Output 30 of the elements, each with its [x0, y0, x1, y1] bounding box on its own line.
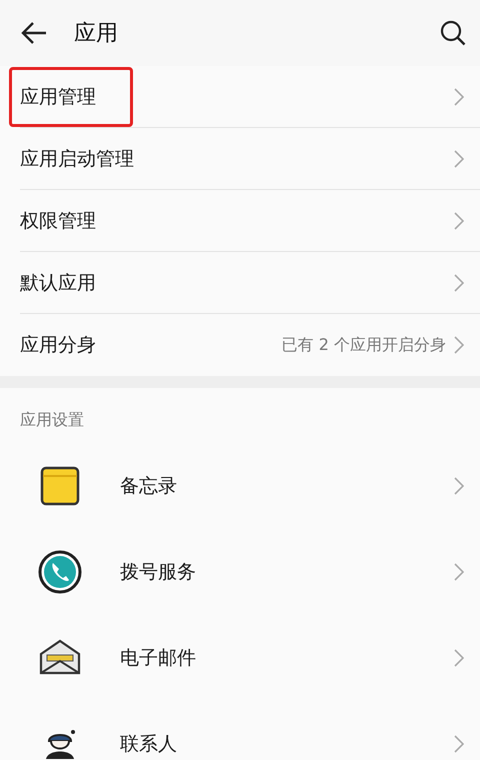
- app-row[interactable]: 备忘录: [0, 443, 480, 529]
- chevron-icon: [454, 88, 464, 106]
- chevron-icon: [454, 274, 464, 292]
- settings-row[interactable]: 应用分身 已有 2 个应用开启分身: [0, 314, 480, 376]
- row-value: 已有 2 个应用开启分身: [282, 334, 446, 356]
- row-label: 备忘录: [120, 474, 178, 499]
- phone-icon: [38, 550, 82, 594]
- search-button[interactable]: [440, 20, 466, 46]
- row-label: 权限管理: [20, 209, 97, 234]
- app-row[interactable]: 联系人: [0, 701, 480, 760]
- chevron-icon: [454, 735, 464, 753]
- app-row[interactable]: 电子邮件: [0, 615, 480, 701]
- chevron-icon: [454, 212, 464, 230]
- row-label: 电子邮件: [120, 646, 197, 671]
- chevron-icon: [454, 649, 464, 667]
- row-label: 应用分身: [20, 333, 97, 358]
- row-label: 默认应用: [20, 271, 97, 296]
- row-label: 联系人: [120, 732, 178, 757]
- section-title: 应用设置: [19, 409, 85, 431]
- highlighted-label: 应用管理: [9, 67, 133, 127]
- chevron-icon: [454, 563, 464, 581]
- page-title: 应用: [74, 20, 119, 48]
- back-button[interactable]: [20, 21, 48, 45]
- chevron-icon: [454, 477, 464, 495]
- note-pad-icon: [40, 466, 80, 506]
- app-row[interactable]: 拨号服务: [0, 529, 480, 615]
- chevron-icon: [454, 150, 464, 168]
- row-label: 拨号服务: [120, 560, 197, 585]
- row-label: 应用启动管理: [20, 147, 135, 172]
- chevron-icon: [454, 336, 464, 354]
